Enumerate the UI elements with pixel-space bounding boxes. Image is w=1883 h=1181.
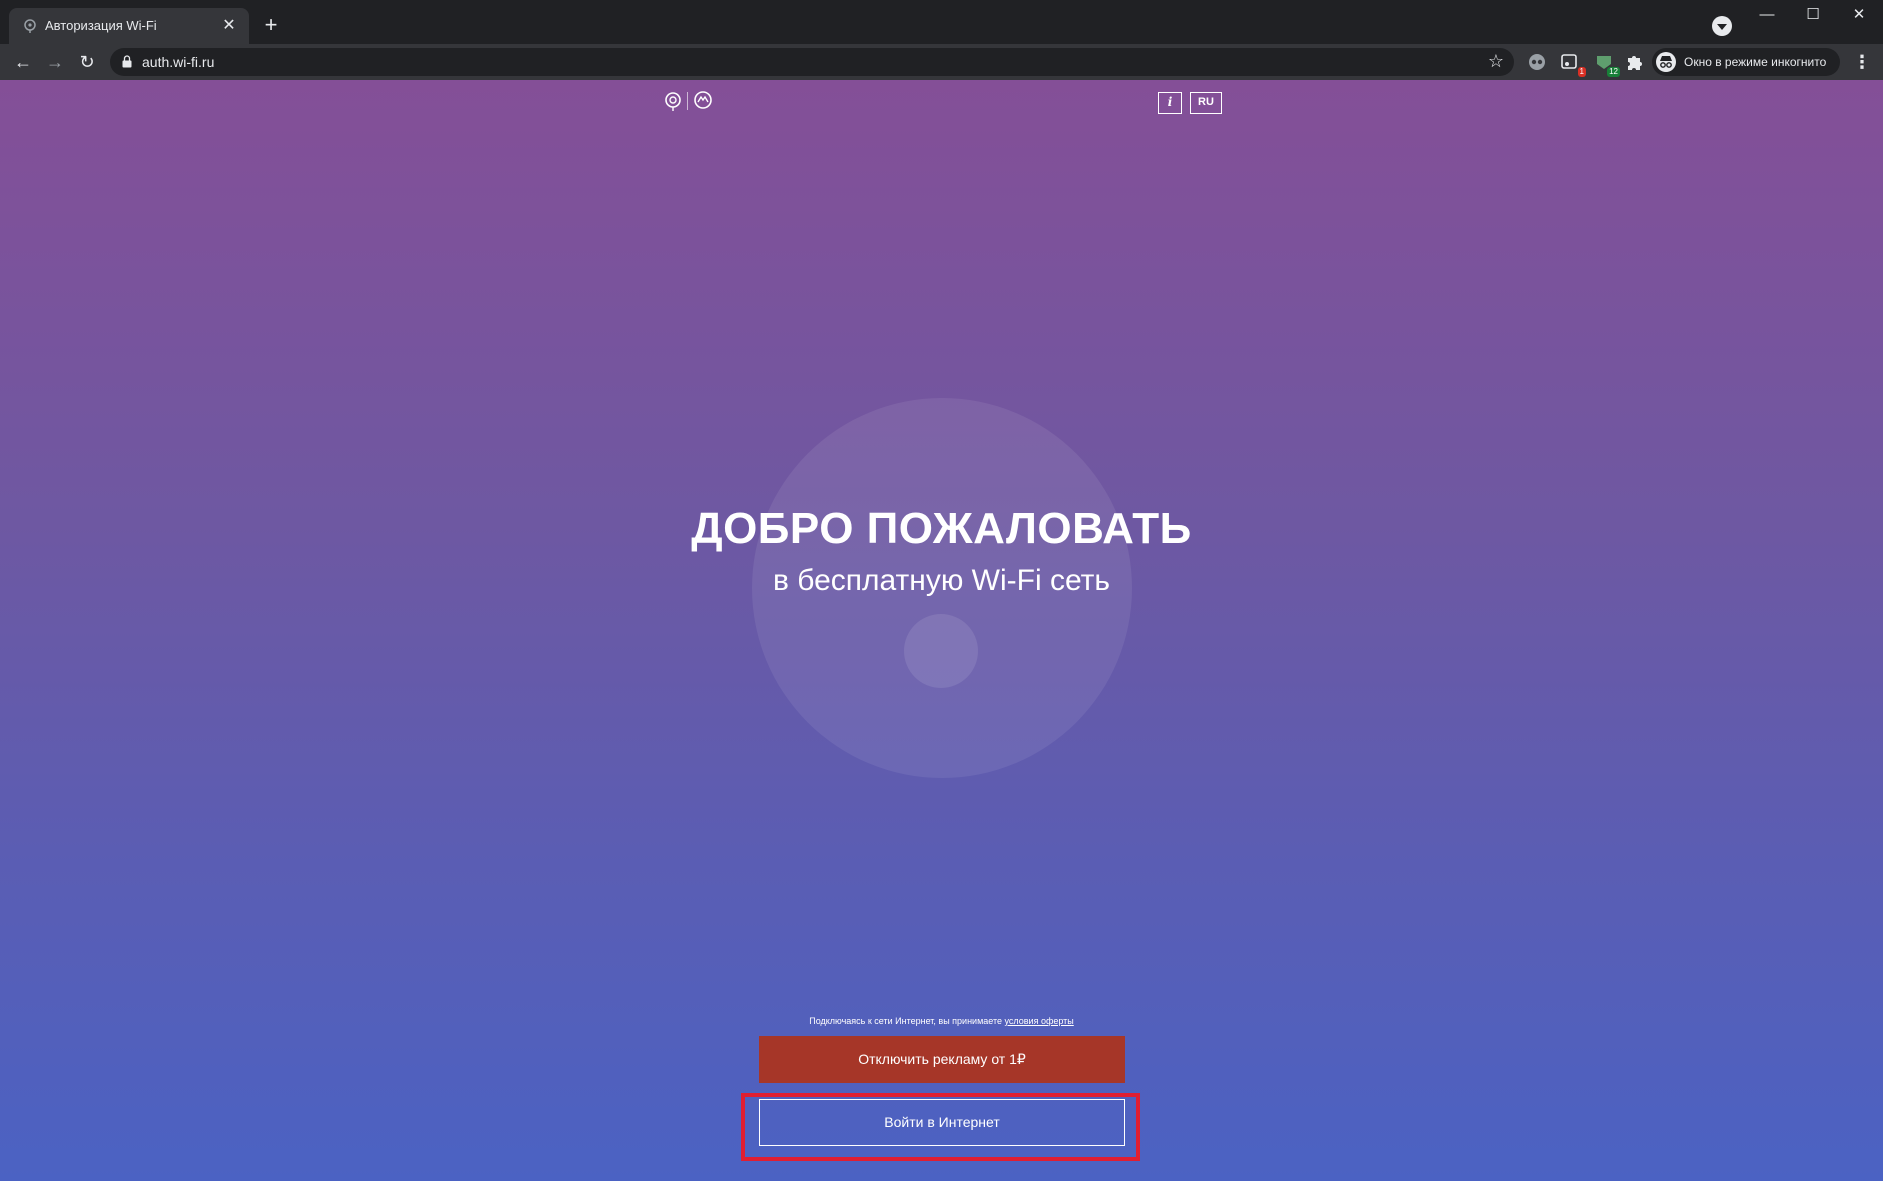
back-arrow-icon[interactable]: ← — [10, 49, 36, 75]
browser-titlebar: Авторизация Wi-Fi ✕ + — ☐ ✕ — [0, 0, 1883, 44]
url-text: auth.wi-fi.ru — [142, 54, 215, 70]
info-button[interactable]: i — [1158, 92, 1182, 114]
wifi-favicon-icon — [22, 18, 38, 34]
ext-green-badge-icon[interactable]: 12 — [1594, 52, 1620, 77]
tab-search-icon[interactable] — [1712, 16, 1732, 36]
tab-close-icon[interactable]: ✕ — [219, 16, 239, 36]
welcome-subtitle: в бесплатную Wi-Fi сеть — [772, 564, 1111, 597]
new-tab-button[interactable]: + — [258, 13, 284, 39]
maximize-icon[interactable]: ☐ — [1790, 0, 1836, 30]
terms-text: Подключаясь к сети Интернет, вы принимае… — [809, 1016, 1005, 1026]
browser-menu-icon[interactable]: ⋮ — [1852, 49, 1872, 75]
ext-badge: 12 — [1607, 67, 1620, 77]
terms-link[interactable]: условия оферты — [1005, 1016, 1074, 1026]
logo-divider — [687, 92, 688, 110]
partner-logo-icon — [662, 90, 684, 112]
browser-tab[interactable]: Авторизация Wi-Fi ✕ — [9, 8, 249, 44]
address-bar[interactable]: auth.wi-fi.ru ☆ — [110, 48, 1514, 76]
bookmark-star-icon[interactable]: ☆ — [1488, 51, 1504, 72]
ext-eye-icon[interactable] — [1527, 52, 1547, 72]
language-button[interactable]: RU — [1190, 92, 1222, 114]
minimize-icon[interactable]: — — [1744, 0, 1790, 30]
incognito-label: Окно в режиме инкогнито — [1684, 55, 1827, 69]
ext-red-badge-icon[interactable]: 1 — [1560, 52, 1586, 77]
window-close-icon[interactable]: ✕ — [1836, 0, 1882, 30]
incognito-icon — [1656, 52, 1676, 72]
lock-icon — [122, 55, 132, 68]
disable-ads-button[interactable]: Отключить рекламу от 1₽ — [759, 1036, 1125, 1083]
incognito-indicator[interactable]: Окно в режиме инкогнито — [1652, 48, 1840, 76]
extensions-puzzle-icon[interactable] — [1624, 52, 1644, 72]
moscow-logo-icon — [692, 90, 714, 112]
login-button[interactable]: Войти в Интернет — [759, 1099, 1125, 1146]
forward-arrow-icon[interactable]: → — [42, 49, 68, 75]
reload-icon[interactable]: ↻ — [74, 49, 100, 75]
tab-title: Авторизация Wi-Fi — [45, 18, 157, 33]
decorative-circle — [904, 614, 978, 688]
ext-badge: 1 — [1577, 67, 1586, 77]
welcome-title: ДОБРО ПОЖАЛОВАТЬ — [691, 504, 1192, 553]
browser-toolbar: ← → ↻ auth.wi-fi.ru ☆ 1 12 Окно в режиме… — [0, 44, 1883, 80]
wifi-auth-page: i RU ДОБРО ПОЖАЛОВАТЬ в бесплатную Wi-Fi… — [0, 80, 1883, 1181]
partner-logos — [662, 90, 718, 118]
terms-notice: Подключаясь к сети Интернет, вы принимае… — [0, 1016, 1883, 1026]
